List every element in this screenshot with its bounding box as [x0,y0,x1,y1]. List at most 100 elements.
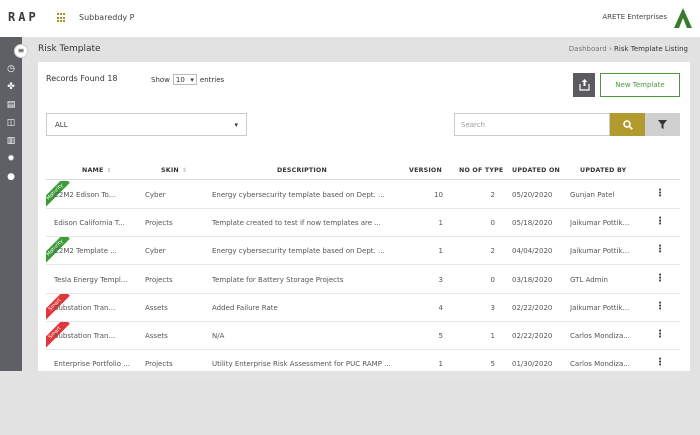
cell-version: 10 [434,191,443,199]
column-header-updated-on: UPDATED ON [512,167,560,174]
chart-icon[interactable]: ▥ [6,136,16,146]
cell-skin: Cyber [145,247,166,256]
cell-skin: Assets [145,332,168,340]
cell-description: Added Failure Rate [212,303,278,312]
cell-version: 1 [438,360,443,369]
cell-description: Energy cybersecurity template based on D… [212,191,385,199]
export-icon [578,79,590,91]
user-icon[interactable]: ● [6,172,16,182]
column-header-version: VERSION [409,167,442,174]
row-actions-icon[interactable]: ⋮ [655,189,665,199]
search-icon [622,119,633,130]
cell-updated-on: 02/22/2020 [512,332,553,340]
cell-no-of-type: 0 [490,219,495,228]
brand-mark-icon [674,8,692,28]
cell-no-of-type: 3 [490,303,495,312]
cell-description: Energy cybersecurity template based on D… [212,247,385,256]
cell-updated-on: 05/18/2020 [512,219,553,228]
row-actions-icon[interactable]: ⋮ [655,330,665,340]
sidebar: ◷ ✤ ▤ ◫ ▥ ✹ ● [0,37,22,371]
cell-version: 1 [438,219,443,228]
page-title: Risk Template [38,44,101,54]
row-actions-icon[interactable]: ⋮ [655,245,665,255]
row-actions-icon[interactable]: ⋮ [655,273,665,284]
table-row[interactable]: Maturity C2M2 Edison To... Cyber Energy cyb… [46,181,680,209]
cell-version: 1 [438,247,443,256]
cell-description: N/A [212,332,225,340]
cell-no-of-type: 2 [490,191,495,199]
document-icon[interactable]: ▤ [6,100,16,110]
skin-filter-select[interactable]: ALL ▾ [46,113,247,136]
cell-no-of-type: 1 [490,332,495,340]
settings-icon[interactable]: ✹ [6,154,16,164]
cell-updated-on: 02/22/2020 [512,303,553,312]
table-row[interactable]: Smart Substation Tran... Assets N/A 5 1 02/22/… [46,322,680,350]
app-logo: RAP [8,10,39,24]
cell-no-of-type: 0 [490,275,495,284]
row-actions-icon[interactable]: ⋮ [655,301,665,312]
table-row[interactable]: Maturity C2M2 Template ... Cyber Energy cyb… [46,237,680,266]
cell-updated-on: 05/20/2020 [512,191,553,199]
search-button[interactable] [610,113,645,136]
cell-name[interactable]: Tesla Energy Templ... [54,276,134,284]
cell-description: Template for Battery Storage Projects [212,275,344,284]
cell-version: 5 [438,332,443,340]
row-actions-icon[interactable]: ⋮ [655,217,665,227]
breadcrumb-dashboard[interactable]: Dashboard [569,45,607,53]
cell-updated-by: Carlos Mondiza... [570,332,630,340]
cell-name[interactable]: Enterprise Portfolio ... [54,360,134,368]
breadcrumb-separator: › [608,45,612,53]
skin-filter-value: ALL [55,120,68,129]
cell-updated-on: 03/18/2020 [512,275,553,284]
risk-icon[interactable]: ✤ [6,82,16,92]
entries-label: entries [199,75,225,84]
table-row[interactable]: Edison California T... Projects Template c… [46,209,680,238]
caret-down-icon: ▾ [190,75,194,84]
breadcrumb-current: Risk Template Listing [614,45,688,53]
cell-updated-by: Carlos Mondiza... [570,360,630,369]
cell-name[interactable]: Edison California T... [54,219,134,227]
column-header-no-of-type: NO OF TYPE [459,167,504,174]
apps-grid-icon[interactable] [57,13,67,23]
cell-skin: Cyber [145,191,166,199]
cell-no-of-type: 5 [490,360,495,369]
table-row[interactable]: Smart Substation Tran... Assets Added Failu… [46,293,680,322]
show-label: Show [151,75,170,84]
table-row[interactable]: Tesla Energy Templ... Projects Template fo… [46,266,680,294]
cell-updated-by: Jaikumar Pottik... [570,303,630,312]
layout-icon[interactable]: ◫ [6,118,16,128]
cell-updated-on: 01/30/2020 [512,360,553,369]
page-size-value: 10 [175,75,185,84]
cell-updated-by: Jaikumar Pottik... [570,219,630,228]
template-list-card: Records Found 18 Show 10 ▾ entries New T… [38,62,690,379]
cell-updated-on: 04/04/2020 [512,247,553,256]
filter-button[interactable] [645,113,680,136]
top-bar: RAP Subbareddy P ARETE Enterprises [0,0,700,37]
column-header-name[interactable]: NAME ⇕ [82,167,112,174]
new-template-button[interactable]: New Template [600,73,680,97]
row-actions-icon[interactable]: ⋮ [655,358,665,368]
cell-name[interactable]: Substation Tran... [54,332,134,340]
cell-no-of-type: 2 [490,247,495,256]
cell-name[interactable]: Substation Tran... [54,304,134,312]
page-size-control: Show 10 ▾ entries [151,74,224,85]
cell-updated-by: Jaikumar Pottik... [570,247,630,256]
cell-version: 3 [438,275,443,284]
page-size-select[interactable]: 10 ▾ [172,74,197,85]
search-input[interactable]: Search [454,113,610,136]
cell-description: Template created to test if now template… [212,219,381,228]
menu-toggle-button[interactable]: ≡ [14,44,28,58]
cell-description: Utility Enterprise Risk Assessment for P… [212,360,391,369]
cell-version: 4 [438,303,443,312]
cell-name[interactable]: C2M2 Edison To... [54,191,134,199]
export-button[interactable] [573,73,595,97]
dashboard-icon[interactable]: ◷ [6,64,16,74]
records-count: Records Found 18 [46,74,118,83]
cell-name[interactable]: C2M2 Template ... [54,247,134,255]
caret-down-icon: ▾ [234,120,238,129]
column-header-skin[interactable]: SKIN ⇕ [161,167,187,174]
table-row[interactable]: Enterprise Portfolio ... Projects Utility … [46,350,680,379]
column-header-description: DESCRIPTION [277,167,327,174]
user-name[interactable]: Subbareddy P [79,13,135,22]
cell-updated-by: Gunjan Patel [570,191,615,199]
